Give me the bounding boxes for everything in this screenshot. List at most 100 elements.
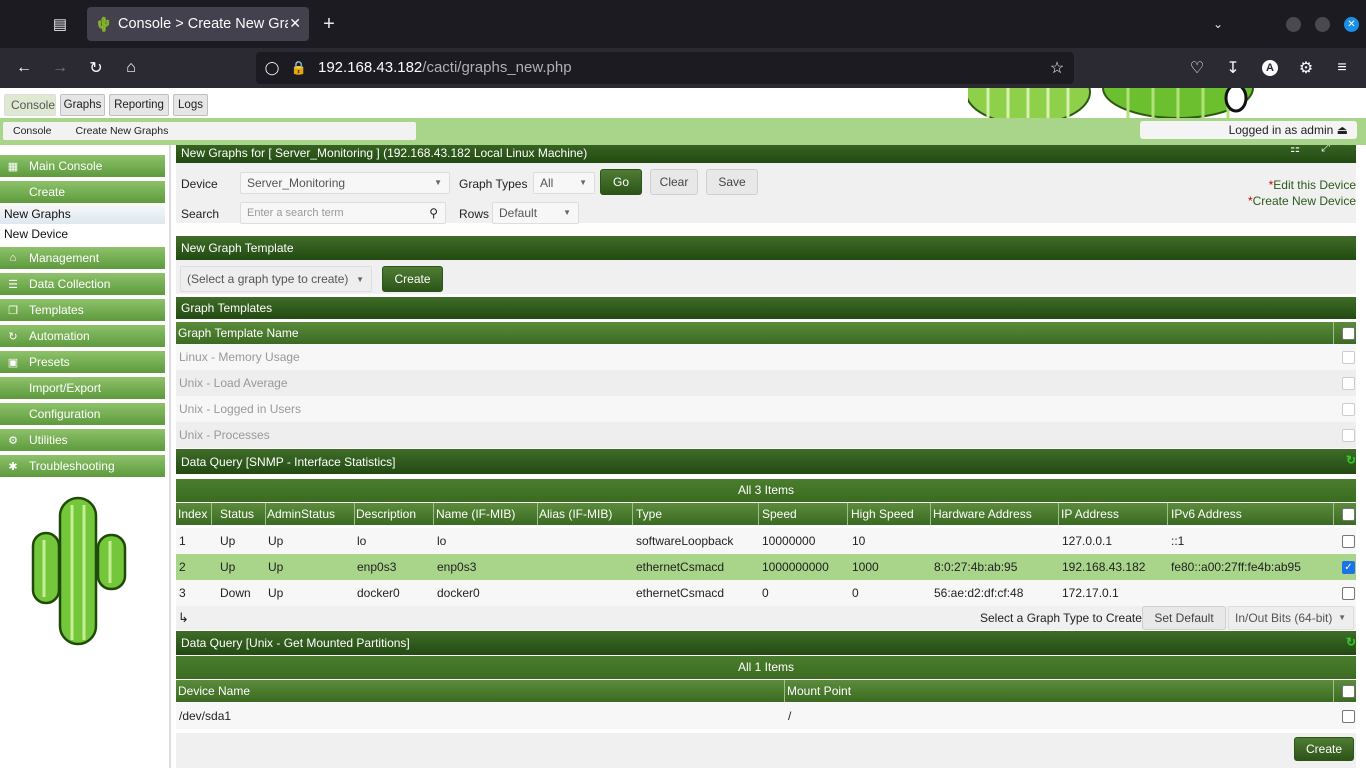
column-index[interactable]: Index	[178, 507, 207, 521]
collapse-icon[interactable]: ⌃	[1345, 145, 1353, 153]
column-ipv6-address[interactable]: IPv6 Address	[1171, 507, 1242, 521]
column-device-name[interactable]: Device Name	[178, 684, 250, 698]
column-graph-template-name[interactable]: Graph Template Name	[178, 326, 299, 340]
sidebar-item-management[interactable]: ⌂ Management	[0, 247, 165, 270]
row-checkbox[interactable]	[1342, 403, 1355, 416]
column-type[interactable]: Type	[636, 507, 662, 521]
search-icon[interactable]: ⚲	[429, 203, 438, 223]
url-bar[interactable]: ◯ 🔒 192.168.43.182/cacti/graphs_new.php …	[256, 52, 1074, 84]
insecure-lock-icon[interactable]: 🔒	[288, 58, 310, 78]
row-checkbox[interactable]	[1342, 377, 1355, 390]
tab-reporting[interactable]: Reporting	[109, 94, 169, 116]
sidebar-item-configuration[interactable]: Configuration	[0, 403, 165, 426]
reload-icon[interactable]: ↻	[85, 58, 107, 78]
row-checkbox[interactable]	[1342, 429, 1355, 442]
set-default-button[interactable]: Set Default	[1142, 606, 1226, 630]
table-row[interactable]: 1 Up Up lo lo softwareLoopback 10000000 …	[176, 528, 1356, 554]
sidebar-item-create[interactable]: Create	[0, 181, 165, 204]
column-alias[interactable]: Alias (IF-MIB)	[539, 507, 612, 521]
sidebar-item-import-export[interactable]: Import/Export	[0, 377, 165, 400]
row-checkbox[interactable]	[1342, 710, 1355, 723]
create-device-link[interactable]: *Create New Device	[1248, 194, 1356, 208]
table-row[interactable]: 3 Down Up docker0 docker0 ethernetCsmacd…	[176, 580, 1356, 606]
sidebar-item-utilities[interactable]: ⚙ Utilities	[0, 429, 165, 452]
row-checkbox-checked[interactable]: ✓	[1342, 561, 1355, 574]
bookmark-star-icon[interactable]: ☆	[1046, 58, 1068, 78]
sidebar-item-main-console[interactable]: ▦ Main Console	[0, 155, 165, 178]
top-navigation: Console Graphs Reporting Logs	[0, 88, 1366, 118]
column-speed[interactable]: Speed	[762, 507, 797, 521]
column-ip-address[interactable]: IP Address	[1061, 507, 1119, 521]
sidebar-item-presets[interactable]: ▣ Presets	[0, 351, 165, 374]
edit-device-link[interactable]: *Edit this Device	[1269, 178, 1356, 192]
clear-button[interactable]: Clear	[650, 169, 698, 195]
sidebar-item-data-collection[interactable]: ☰ Data Collection	[0, 273, 165, 296]
url-text[interactable]: 192.168.43.182/cacti/graphs_new.php	[318, 59, 572, 76]
table-row[interactable]: /dev/sda1 /	[176, 703, 1356, 729]
sidebar-item-troubleshooting[interactable]: ✱ Troubleshooting	[0, 455, 165, 478]
archive-icon: ▣	[7, 356, 19, 369]
tab-overview-icon[interactable]: ▤	[50, 14, 70, 34]
forward-arrow-icon[interactable]: →	[49, 58, 71, 78]
close-window-button[interactable]: ✕	[1344, 17, 1359, 32]
downloads-icon[interactable]: ↧	[1222, 58, 1244, 78]
account-avatar-icon[interactable]: A	[1259, 58, 1281, 78]
go-button[interactable]: Go	[600, 169, 642, 195]
rows-select[interactable]: Default ▼	[492, 202, 579, 224]
select-all-snmp-checkbox[interactable]	[1342, 508, 1355, 521]
breadcrumb-bar: Console Create New Graphs Logged in as a…	[0, 118, 1366, 145]
tab-logs[interactable]: Logs	[173, 94, 208, 116]
extensions-icon[interactable]: ⚙	[1295, 58, 1317, 78]
browser-tab[interactable]: 🌵 Console > Create New Graphs ✕	[87, 7, 309, 41]
pocket-icon[interactable]: ♡	[1186, 58, 1208, 78]
row-checkbox[interactable]	[1342, 587, 1355, 600]
snmp-graph-type-select[interactable]: In/Out Bits (64-bit) ▼	[1228, 606, 1354, 630]
column-hardware-address[interactable]: Hardware Address	[933, 507, 1032, 521]
device-select[interactable]: Server_Monitoring ▼	[240, 172, 450, 194]
row-checkbox[interactable]	[1342, 535, 1355, 548]
sidebar-item-templates[interactable]: ❐ Templates	[0, 299, 165, 322]
table-row-selected[interactable]: 2 Up Up enp0s3 enp0s3 ethernetCsmacd 100…	[176, 554, 1356, 580]
expand-icon[interactable]: ⤢	[1321, 145, 1330, 155]
new-tab-icon[interactable]: +	[319, 13, 339, 35]
tab-graphs[interactable]: Graphs	[60, 94, 105, 116]
column-description[interactable]: Description	[356, 507, 416, 521]
search-input[interactable]: Enter a search term ⚲	[240, 202, 446, 224]
cell-device-name: /dev/sda1	[179, 709, 232, 723]
column-status[interactable]: Status	[220, 507, 254, 521]
sidebar-item-new-device[interactable]: New Device	[0, 224, 165, 244]
cell-name: enp0s3	[437, 560, 477, 574]
column-admin-status[interactable]: AdminStatus	[267, 507, 335, 521]
shield-icon[interactable]: ◯	[261, 58, 283, 78]
home-icon[interactable]: ⌂	[120, 58, 142, 78]
row-checkbox[interactable]	[1342, 351, 1355, 364]
minimize-window-button[interactable]	[1286, 17, 1301, 32]
copy-icon: ❐	[8, 304, 18, 317]
sidebar-item-new-graphs[interactable]: New Graphs	[0, 204, 165, 224]
back-arrow-icon[interactable]: ←	[13, 58, 35, 78]
graph-type-select[interactable]: (Select a graph type to create) ▼	[180, 266, 372, 292]
graph-types-select[interactable]: All ▼	[533, 172, 595, 194]
tab-console[interactable]: Console	[4, 94, 56, 116]
select-all-templates-checkbox[interactable]	[1342, 327, 1355, 340]
create-graphs-button[interactable]: Create	[1294, 737, 1354, 761]
columns-icon[interactable]: ☷	[1290, 145, 1300, 155]
maximize-window-button[interactable]	[1315, 17, 1330, 32]
column-mount-point[interactable]: Mount Point	[787, 684, 851, 698]
column-name[interactable]: Name (IF-MIB)	[436, 507, 515, 521]
select-all-partitions-checkbox[interactable]	[1342, 685, 1355, 698]
create-template-button[interactable]: Create	[382, 266, 443, 292]
column-high-speed[interactable]: High Speed	[851, 507, 914, 521]
tab-list-chevron-icon[interactable]: ⌄	[1208, 14, 1228, 34]
cactus-favicon-icon: 🌵	[95, 16, 113, 32]
reload-query-icon[interactable]: ↻	[1346, 635, 1356, 649]
logged-in-user[interactable]: Logged in as admin ⏏	[1140, 121, 1357, 139]
breadcrumb-create-new-graphs[interactable]: Create New Graphs	[66, 125, 183, 137]
save-button[interactable]: Save	[706, 169, 758, 195]
breadcrumb-console[interactable]: Console	[3, 125, 66, 137]
close-tab-icon[interactable]: ✕	[289, 15, 301, 32]
column-separator	[1167, 503, 1168, 525]
hamburger-menu-icon[interactable]: ≡	[1331, 58, 1353, 78]
sidebar-item-automation[interactable]: ↻ Automation	[0, 325, 165, 348]
reload-query-icon[interactable]: ↻	[1346, 453, 1356, 467]
